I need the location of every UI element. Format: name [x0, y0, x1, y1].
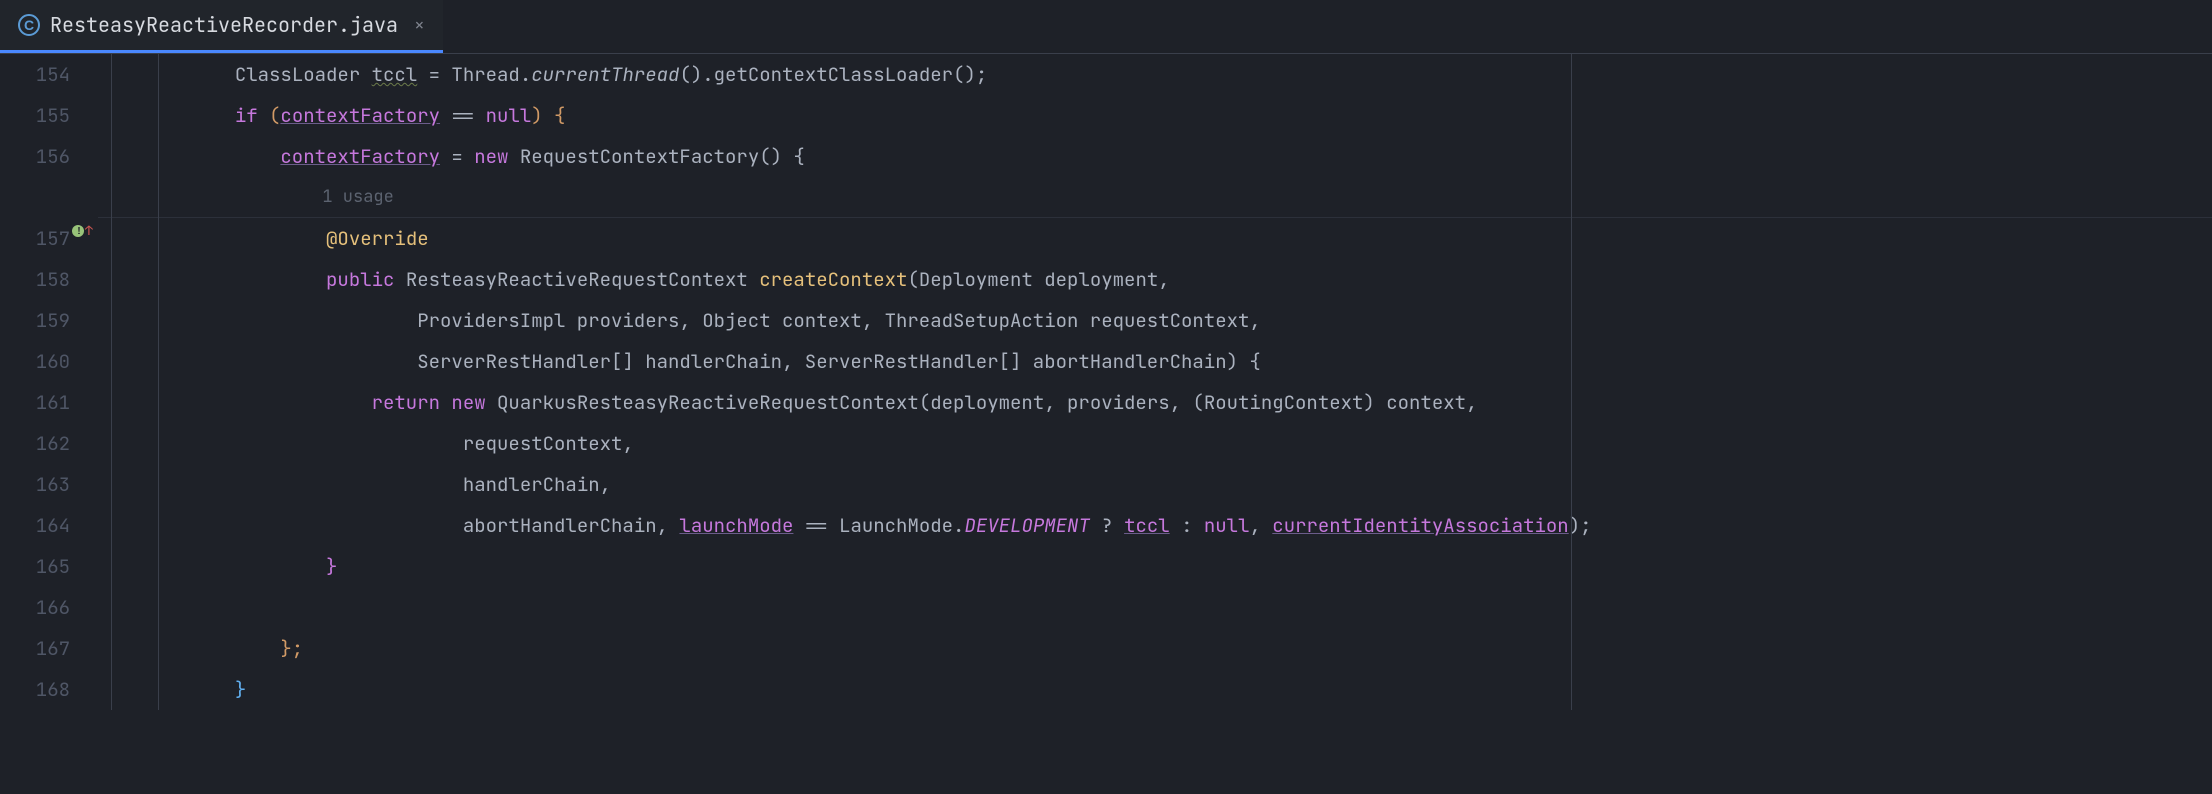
line-number[interactable]: 166	[0, 587, 70, 628]
code-line[interactable]: };	[98, 628, 2212, 669]
line-number[interactable]: 167	[0, 628, 70, 669]
tab-bar: C ResteasyReactiveRecorder.java ×	[0, 0, 2212, 54]
code-line[interactable]: @Override	[98, 218, 2212, 259]
code-line[interactable]: contextFactory = new RequestContextFacto…	[98, 136, 2212, 177]
code-line[interactable]: }	[98, 669, 2212, 710]
line-number-blank	[0, 177, 70, 218]
editor[interactable]: 1541551561571581591601611621631641651661…	[0, 54, 2212, 710]
tab-active[interactable]: C ResteasyReactiveRecorder.java ×	[0, 0, 443, 53]
line-number[interactable]: 157	[0, 218, 70, 259]
code-line[interactable]: ServerRestHandler[] handlerChain, Server…	[98, 341, 2212, 382]
line-number[interactable]: 165	[0, 546, 70, 587]
line-number[interactable]: 160	[0, 341, 70, 382]
code-line[interactable]: return new QuarkusResteasyReactiveReques…	[98, 382, 2212, 423]
line-number[interactable]: 159	[0, 300, 70, 341]
line-number[interactable]: 162	[0, 423, 70, 464]
line-number[interactable]: 163	[0, 464, 70, 505]
code-line[interactable]: if (contextFactory == null) {	[98, 95, 2212, 136]
code-line[interactable]	[98, 587, 2212, 628]
gutter-marker-override-up[interactable]: ↑	[72, 222, 93, 239]
gutter: 1541551561571581591601611621631641651661…	[0, 54, 98, 710]
line-number[interactable]: 161	[0, 382, 70, 423]
code-line[interactable]: ClassLoader tccl = Thread.currentThread(…	[98, 54, 2212, 95]
close-icon[interactable]: ×	[414, 14, 425, 37]
line-number[interactable]: 164	[0, 505, 70, 546]
code-line[interactable]: }	[98, 546, 2212, 587]
line-number[interactable]: 158	[0, 259, 70, 300]
code-line[interactable]: requestContext,	[98, 423, 2212, 464]
line-number[interactable]: 154	[0, 54, 70, 95]
code-line[interactable]: public ResteasyReactiveRequestContext cr…	[98, 259, 2212, 300]
line-number[interactable]: 155	[0, 95, 70, 136]
line-number[interactable]: 156	[0, 136, 70, 177]
usage-hint[interactable]: 1 usage	[98, 177, 2212, 218]
code-area[interactable]: ClassLoader tccl = Thread.currentThread(…	[98, 54, 2212, 710]
line-number[interactable]: 168	[0, 669, 70, 710]
class-icon: C	[18, 14, 40, 36]
code-line[interactable]: ProvidersImpl providers, Object context,…	[98, 300, 2212, 341]
tab-title: ResteasyReactiveRecorder.java	[50, 12, 398, 38]
code-line[interactable]: handlerChain,	[98, 464, 2212, 505]
code-line[interactable]: abortHandlerChain, launchMode == LaunchM…	[98, 505, 2212, 546]
